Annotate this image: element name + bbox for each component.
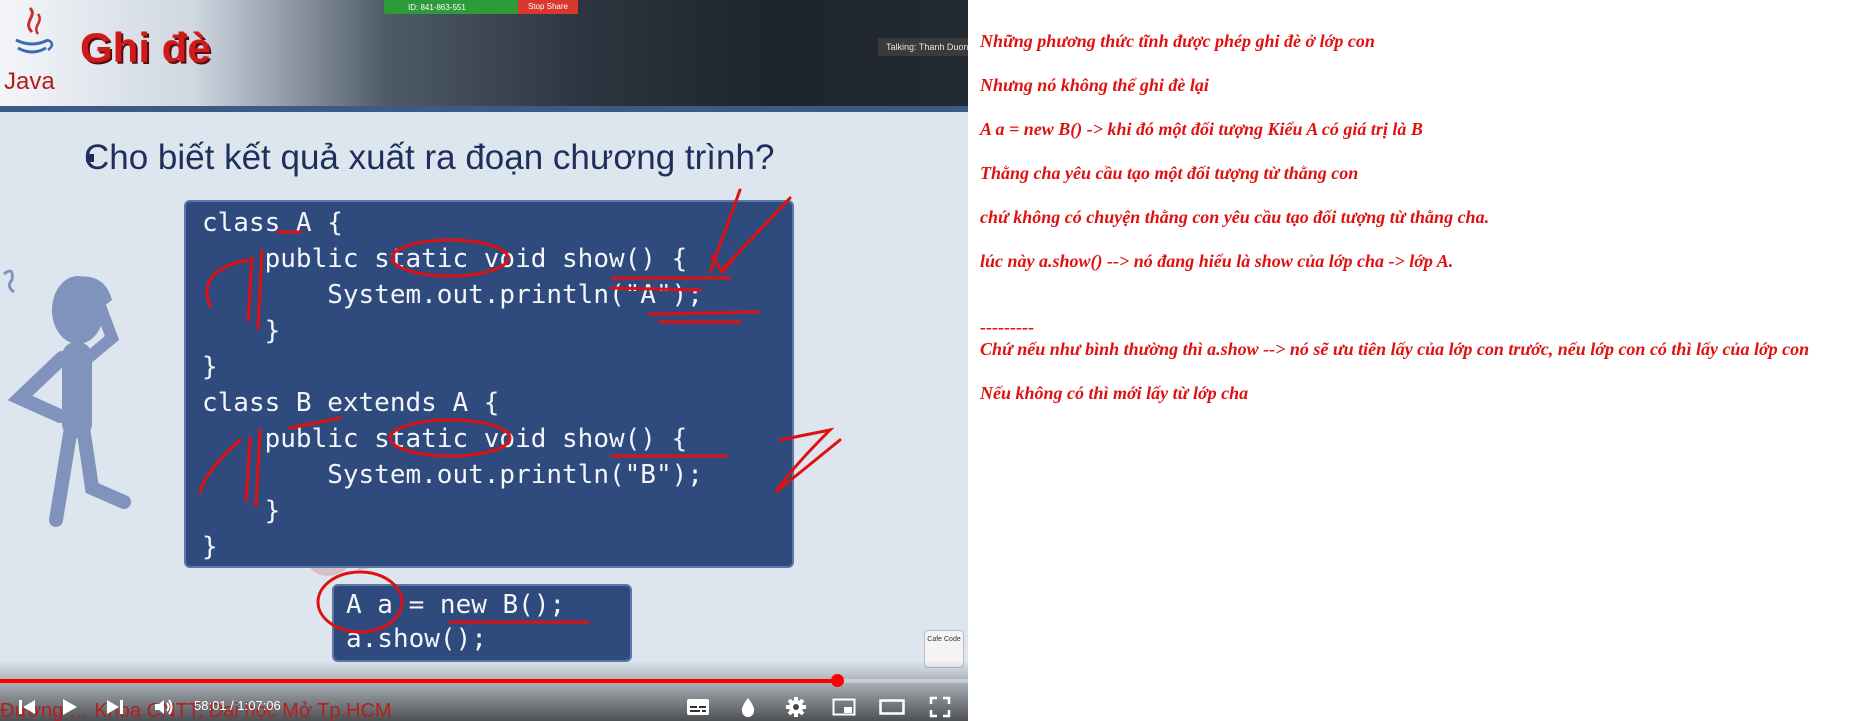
meeting-share-bar: ID: 841-863-551 Stop Share xyxy=(384,0,578,14)
note-line: Thằng cha yêu cầu tạo một đối tượng từ t… xyxy=(980,163,1359,183)
play-button[interactable] xyxy=(56,693,82,721)
header-strip xyxy=(0,106,968,112)
code-line: System.out.println("B"); xyxy=(202,460,703,490)
code-line: } xyxy=(202,532,218,562)
video-player[interactable]: Java Ghi đè ID: 841-863-551 Stop Share T… xyxy=(0,0,968,721)
code-line: System.out.println("A"); xyxy=(202,280,703,310)
play-icon xyxy=(63,699,77,715)
time-separator: / xyxy=(226,698,238,713)
slide-title: Ghi đè xyxy=(80,24,211,71)
volume-icon xyxy=(155,699,173,715)
talking-indicator: Talking: Thanh Duong xyxy=(878,38,968,56)
subtitles-icon xyxy=(687,699,709,715)
time-current: 58:01 xyxy=(194,698,227,713)
note-line: Chứ nếu như bình thường thì a.show --> n… xyxy=(980,339,1810,359)
note-line: Những phương thức tĩnh được phép ghi đè … xyxy=(980,31,1375,51)
fullscreen-button[interactable] xyxy=(926,693,954,721)
subtitles-button[interactable] xyxy=(684,693,712,721)
time-total: 1:07:06 xyxy=(237,698,281,713)
time-display: 58:01 / 1:07:06 xyxy=(194,698,281,713)
gear-icon xyxy=(786,697,806,717)
code-line: } xyxy=(202,496,281,526)
previous-button[interactable] xyxy=(14,693,40,721)
code-line: } xyxy=(202,316,281,346)
note-line: Nhưng nó không thể ghi đè lại xyxy=(980,75,1209,95)
notes-panel: Những phương thức tĩnh được phép ghi đè … xyxy=(980,0,1874,721)
code-block-classes: class A { public static void show() { Sy… xyxy=(184,200,794,568)
note-line: chứ không có chuyện thằng con yêu cầu tạ… xyxy=(980,207,1490,227)
slide-question: Cho biết kết quả xuất ra đoạn chương trì… xyxy=(84,138,775,177)
settings-button[interactable] xyxy=(782,693,810,721)
java-logo-icon xyxy=(15,6,54,54)
skip-next-icon xyxy=(107,700,123,714)
code-line: public static void show() { xyxy=(202,244,688,274)
volume-button[interactable] xyxy=(150,693,178,721)
miniplayer-button[interactable] xyxy=(830,693,858,721)
next-button[interactable] xyxy=(102,693,128,721)
progress-played xyxy=(0,679,838,683)
theater-mode-button[interactable] xyxy=(878,693,906,721)
code-line: public static void show() { xyxy=(202,424,688,454)
skip-previous-icon xyxy=(19,700,35,714)
note-separator: --------- xyxy=(980,317,1034,337)
note-line: Nếu không có thì mới lấy từ lớp cha xyxy=(980,383,1249,403)
code-line: A a = new B(); xyxy=(346,590,566,620)
code-line: class A { xyxy=(202,208,343,238)
note-line: lúc này a.show() --> nó đang hiểu là sho… xyxy=(980,251,1454,271)
java-logo-text: Java xyxy=(4,68,55,95)
progress-bar[interactable] xyxy=(0,674,968,687)
droplet-icon xyxy=(741,698,755,717)
fullscreen-icon xyxy=(929,696,951,718)
note-line: A a = new B() -> khi đó một đối tượng Ki… xyxy=(980,119,1423,139)
code-line: } xyxy=(202,352,218,382)
code-line: a.show(); xyxy=(346,624,487,654)
code-block-call: A a = new B(); a.show(); xyxy=(332,584,632,662)
miniplayer-icon xyxy=(832,698,856,716)
thinking-figure-icon xyxy=(3,269,131,527)
theater-icon xyxy=(879,699,905,715)
stop-share-button[interactable]: Stop Share xyxy=(517,0,578,14)
meeting-id: ID: 841-863-551 xyxy=(408,2,466,12)
ambient-button[interactable] xyxy=(734,693,762,721)
code-line: class B extends A { xyxy=(202,388,500,418)
